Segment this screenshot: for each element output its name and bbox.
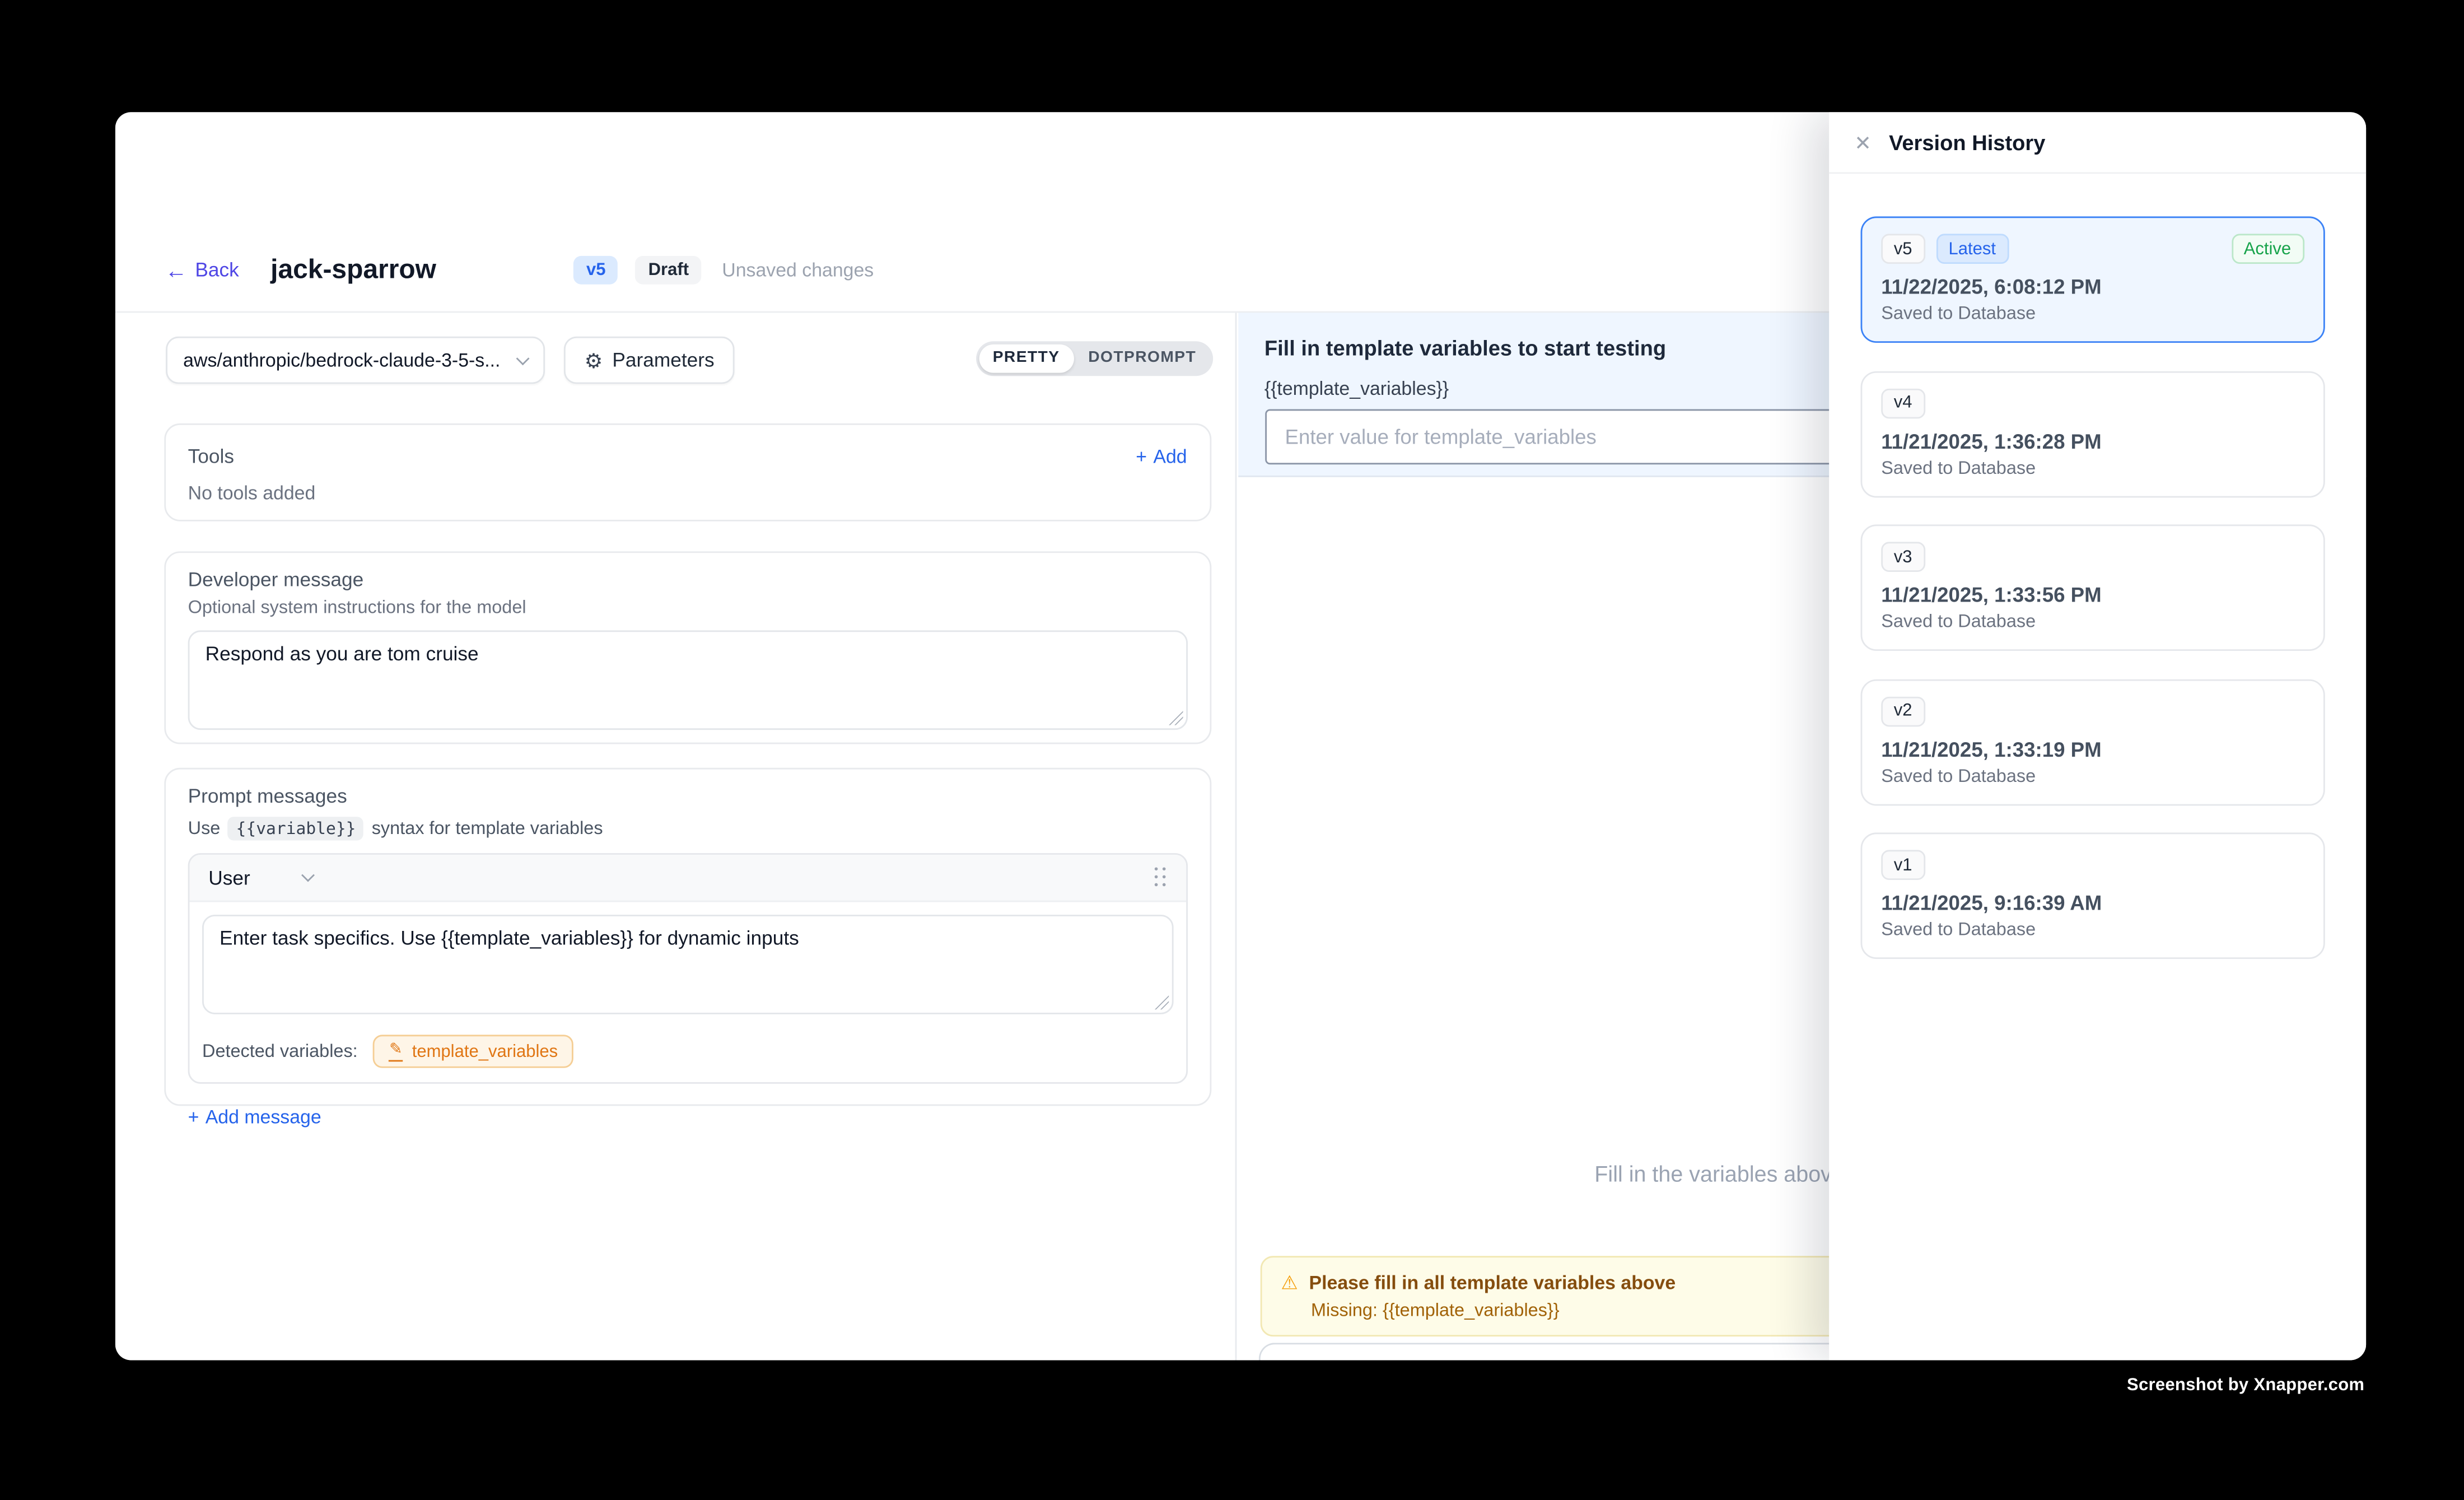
variable-syntax-hint: Use {{variable}} syntax for template var… xyxy=(188,817,1187,840)
add-message-row: + Add message xyxy=(188,1103,1187,1131)
tools-title: Tools xyxy=(188,445,234,467)
version-history-title: Version History xyxy=(1889,131,2045,154)
back-arrow-icon: ← xyxy=(165,259,187,281)
detected-variables-label: Detected variables: xyxy=(202,1042,358,1061)
version-status: Saved to Database xyxy=(1881,921,2303,940)
parameters-button[interactable]: ⚙ Parameters xyxy=(564,337,735,384)
prompt-editor-column: aws/anthropic/bedrock-claude-3-5-s... ⚙ … xyxy=(114,313,1236,1360)
version-id-badge: v2 xyxy=(1881,696,1925,726)
plus-icon: + xyxy=(1136,445,1147,467)
latest-badge: Latest xyxy=(1936,234,2009,264)
version-status: Saved to Database xyxy=(1881,613,2303,632)
version-timestamp: 11/21/2025, 1:33:56 PM xyxy=(1881,583,2303,607)
version-chip-row: v4 xyxy=(1881,388,2303,418)
developer-message-subtitle: Optional system instructions for the mod… xyxy=(188,599,1187,618)
version-id-badge: v4 xyxy=(1881,388,1925,418)
screenshot-watermark: Screenshot by Xnapper.com xyxy=(2127,1376,2364,1395)
version-list: v5 Latest Active 11/22/2025, 6:08:12 PM … xyxy=(1829,174,2365,986)
toggle-option-pretty[interactable]: PRETTY xyxy=(978,343,1074,372)
developer-message-card: Developer message Optional system instru… xyxy=(164,551,1211,743)
add-message-label: Add message xyxy=(206,1106,321,1128)
screenshot-stage: ← Back jack-sparrow v5 Draft Unsaved cha… xyxy=(0,0,2464,1500)
tools-card-header: Tools + Add xyxy=(188,445,1187,467)
developer-message-input[interactable]: Respond as you are tom cruise xyxy=(188,630,1187,730)
tools-empty-text: No tools added xyxy=(188,482,1187,504)
chevron-down-icon xyxy=(516,351,530,365)
pencil-icon: ✎ xyxy=(389,1042,403,1061)
add-tool-button[interactable]: + Add xyxy=(1136,445,1187,467)
close-icon[interactable]: ✕ xyxy=(1854,132,1872,153)
developer-message-title: Developer message xyxy=(188,569,1187,590)
chevron-down-icon xyxy=(302,869,315,882)
prompt-messages-title: Prompt messages xyxy=(188,785,1187,807)
version-timestamp: 11/21/2025, 1:36:28 PM xyxy=(1881,429,2303,453)
version-timestamp: 11/21/2025, 1:33:19 PM xyxy=(1881,737,2303,761)
version-id-badge: v3 xyxy=(1881,542,1925,572)
message-input[interactable]: Enter task specifics. Use {{template_var… xyxy=(202,915,1173,1014)
developer-message-field-wrap: Respond as you are tom cruise xyxy=(188,630,1187,730)
active-badge: Active xyxy=(2231,234,2304,264)
version-id-badge: v5 xyxy=(1881,234,1925,264)
warning-title: Please fill in all template variables ab… xyxy=(1309,1272,1676,1296)
unsaved-changes-text: Unsaved changes xyxy=(722,259,874,281)
version-card-v2[interactable]: v2 11/21/2025, 1:33:19 PM Saved to Datab… xyxy=(1861,678,2325,805)
model-select[interactable]: aws/anthropic/bedrock-claude-3-5-s... xyxy=(166,337,545,384)
variable-syntax-code: {{variable}} xyxy=(228,817,363,840)
version-card-v5[interactable]: v5 Latest Active 11/22/2025, 6:08:12 PM … xyxy=(1861,216,2325,343)
version-chip-row: v2 xyxy=(1881,696,2303,726)
hint-suffix: syntax for template variables xyxy=(372,819,603,838)
version-id-badge: v1 xyxy=(1881,850,1925,880)
warning-icon: ⚠ xyxy=(1281,1272,1298,1296)
version-card-v3[interactable]: v3 11/21/2025, 1:33:56 PM Saved to Datab… xyxy=(1861,524,2325,651)
hint-prefix: Use xyxy=(188,819,221,838)
message-block: User Enter task specifics. Use {{templat… xyxy=(188,853,1187,1084)
plus-icon: + xyxy=(188,1106,199,1128)
version-history-panel: ✕ Version History v5 Latest Active 11/22… xyxy=(1829,112,2365,1360)
version-chip-row: v3 xyxy=(1881,542,2303,572)
detected-variable-chip[interactable]: ✎ template_variables xyxy=(374,1035,573,1068)
version-timestamp: 11/21/2025, 9:16:39 AM xyxy=(1881,891,2303,915)
version-card-v4[interactable]: v4 11/21/2025, 1:36:28 PM Saved to Datab… xyxy=(1861,370,2325,497)
gear-icon: ⚙ xyxy=(585,350,603,371)
version-status: Saved to Database xyxy=(1881,305,2303,324)
page-title: jack-sparrow xyxy=(270,254,436,286)
version-status: Saved to Database xyxy=(1881,459,2303,478)
version-timestamp: 11/22/2025, 6:08:12 PM xyxy=(1881,275,2303,299)
toggle-option-dotprompt[interactable]: DOTPROMPT xyxy=(1074,343,1211,372)
add-tool-label: Add xyxy=(1153,445,1187,467)
back-button[interactable]: ← Back xyxy=(165,259,239,281)
version-badge: v5 xyxy=(573,256,618,285)
header-row: ← Back jack-sparrow v5 Draft Unsaved cha… xyxy=(165,254,874,286)
message-field-wrap: Enter task specifics. Use {{template_var… xyxy=(202,915,1173,1014)
model-toolbar: aws/anthropic/bedrock-claude-3-5-s... ⚙ … xyxy=(166,337,735,384)
detected-variable-name: template_variables xyxy=(412,1042,558,1061)
message-header: User xyxy=(189,855,1185,902)
version-card-v1[interactable]: v1 11/21/2025, 9:16:39 AM Saved to Datab… xyxy=(1861,832,2325,959)
version-status: Saved to Database xyxy=(1881,767,2303,786)
back-label: Back xyxy=(195,259,239,281)
tools-card: Tools + Add No tools added xyxy=(164,423,1211,521)
version-chip-row: v1 xyxy=(1881,850,2303,880)
role-select[interactable]: User xyxy=(208,867,313,888)
format-toggle: PRETTY DOTPROMPT xyxy=(976,341,1214,375)
add-message-button[interactable]: + Add message xyxy=(188,1106,321,1128)
version-history-header: ✕ Version History xyxy=(1829,112,2365,174)
app-window: ← Back jack-sparrow v5 Draft Unsaved cha… xyxy=(114,112,2365,1360)
drag-handle-icon[interactable] xyxy=(1152,867,1166,888)
detected-variables-row: Detected variables: ✎ template_variables xyxy=(189,1027,1185,1082)
message-body: Enter task specifics. Use {{template_var… xyxy=(189,902,1185,1027)
prompt-messages-card: Prompt messages Use {{variable}} syntax … xyxy=(164,768,1211,1106)
model-select-value: aws/anthropic/bedrock-claude-3-5-s... xyxy=(183,349,508,371)
role-select-value: User xyxy=(208,867,250,888)
draft-badge: Draft xyxy=(636,256,702,285)
parameters-label: Parameters xyxy=(612,349,714,371)
